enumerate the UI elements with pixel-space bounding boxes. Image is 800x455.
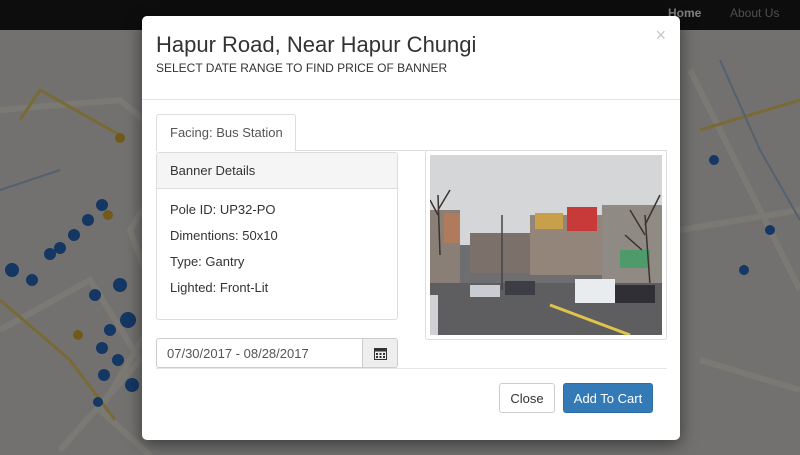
lighted-text: Lighted: Front-Lit <box>170 280 269 295</box>
pole-id-text: Pole ID: UP32-PO <box>170 202 276 217</box>
banner-photo <box>425 150 667 340</box>
date-range-input[interactable] <box>156 338 362 368</box>
calendar-icon <box>374 348 387 360</box>
calendar-button[interactable] <box>362 338 398 368</box>
type-text: Type: Gantry <box>170 254 245 269</box>
add-to-cart-button[interactable]: Add To Cart <box>563 383 653 413</box>
modal-footer-divider <box>156 368 667 369</box>
panel-heading: Banner Details <box>157 153 397 189</box>
dimensions-text: Dimentions: 50x10 <box>170 228 278 243</box>
modal-header: Hapur Road, Near Hapur Chungi SELECT DAT… <box>142 16 680 100</box>
modal-subtitle: SELECT DATE RANGE TO FIND PRICE OF BANNE… <box>156 61 448 75</box>
banner-details-panel: Banner Details Pole ID: UP32-PO Dimentio… <box>156 152 398 320</box>
close-button[interactable]: Close <box>499 383 555 413</box>
banner-modal: Hapur Road, Near Hapur Chungi SELECT DAT… <box>142 16 680 440</box>
modal-title: Hapur Road, Near Hapur Chungi <box>156 32 477 57</box>
tab-facing-bus-station[interactable]: Facing: Bus Station <box>156 114 296 150</box>
close-icon[interactable]: × <box>655 26 666 44</box>
banner-photo-image <box>430 155 662 335</box>
